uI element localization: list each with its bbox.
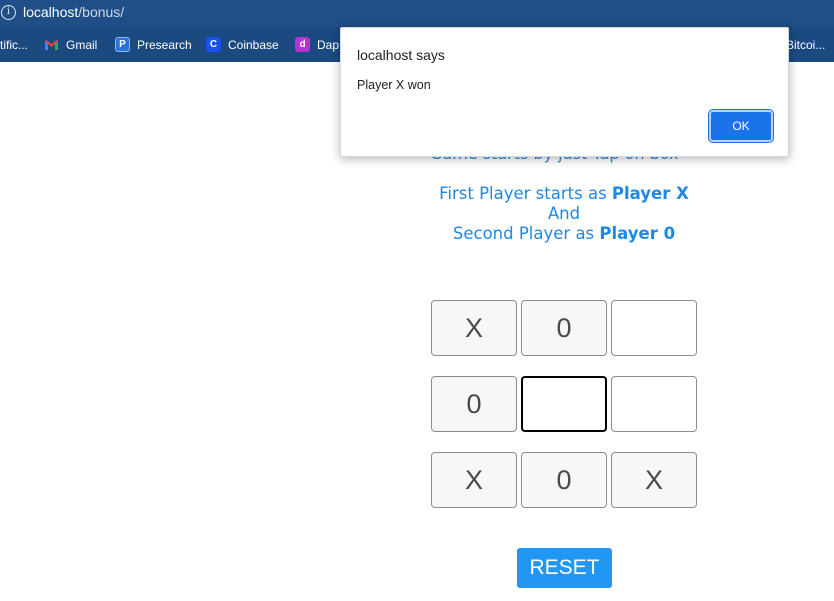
intro-line1-text: First Player starts as: [439, 184, 612, 203]
bookmark-label: Gmail: [66, 37, 98, 52]
bookmark-label: Presearch: [137, 37, 192, 52]
board-cell-2[interactable]: 0: [521, 300, 607, 356]
ok-button[interactable]: OK: [708, 109, 774, 143]
board-cell-6[interactable]: [611, 376, 697, 432]
board-cell-3[interactable]: [611, 300, 697, 356]
address-bar[interactable]: i localhost/bonus/: [0, 0, 834, 27]
board-cell-1[interactable]: X: [431, 300, 517, 356]
presearch-icon: P: [115, 37, 130, 52]
alert-dialog: localhost says Player X won OK: [340, 27, 789, 157]
url-host: localhost: [23, 4, 79, 20]
intro-line3-text: Second Player as: [452, 224, 600, 243]
board-cell-4[interactable]: 0: [431, 376, 517, 432]
gmail-icon: [44, 37, 59, 52]
bookmark-truncated-left[interactable]: tific...: [0, 36, 28, 53]
reset-button[interactable]: RESET: [517, 548, 612, 588]
bookmark-truncated-right[interactable]: Bitcoi...: [786, 36, 825, 53]
player-x-label: Player X: [611, 184, 689, 203]
dialog-title: localhost says: [357, 47, 445, 63]
board-cell-9[interactable]: X: [611, 452, 697, 508]
bookmark-dapp[interactable]: d Dap: [295, 36, 339, 53]
bookmark-label: Coinbase: [228, 37, 279, 52]
board-cell-8[interactable]: 0: [521, 452, 607, 508]
intro-line2-text: And: [547, 204, 581, 223]
coinbase-icon: C: [206, 37, 221, 52]
board-cell-7[interactable]: X: [431, 452, 517, 508]
board-cell-5[interactable]: [521, 376, 607, 432]
bookmark-label: Dap: [317, 37, 340, 52]
info-icon[interactable]: i: [1, 5, 16, 20]
url-text[interactable]: localhost/bonus/: [23, 4, 124, 20]
bookmark-coinbase[interactable]: C Coinbase: [206, 36, 279, 53]
bookmark-presearch[interactable]: P Presearch: [115, 36, 192, 53]
bookmark-label: Bitcoi...: [786, 37, 826, 52]
game-instructions: First Player starts as Player X And Seco…: [404, 184, 724, 244]
player-0-label: Player 0: [599, 224, 676, 243]
bookmark-gmail[interactable]: Gmail: [44, 36, 97, 53]
url-path: /bonus/: [78, 4, 125, 20]
bookmark-label: tific...: [0, 37, 29, 52]
dialog-message: Player X won: [357, 78, 431, 92]
dapp-icon: d: [295, 37, 310, 52]
